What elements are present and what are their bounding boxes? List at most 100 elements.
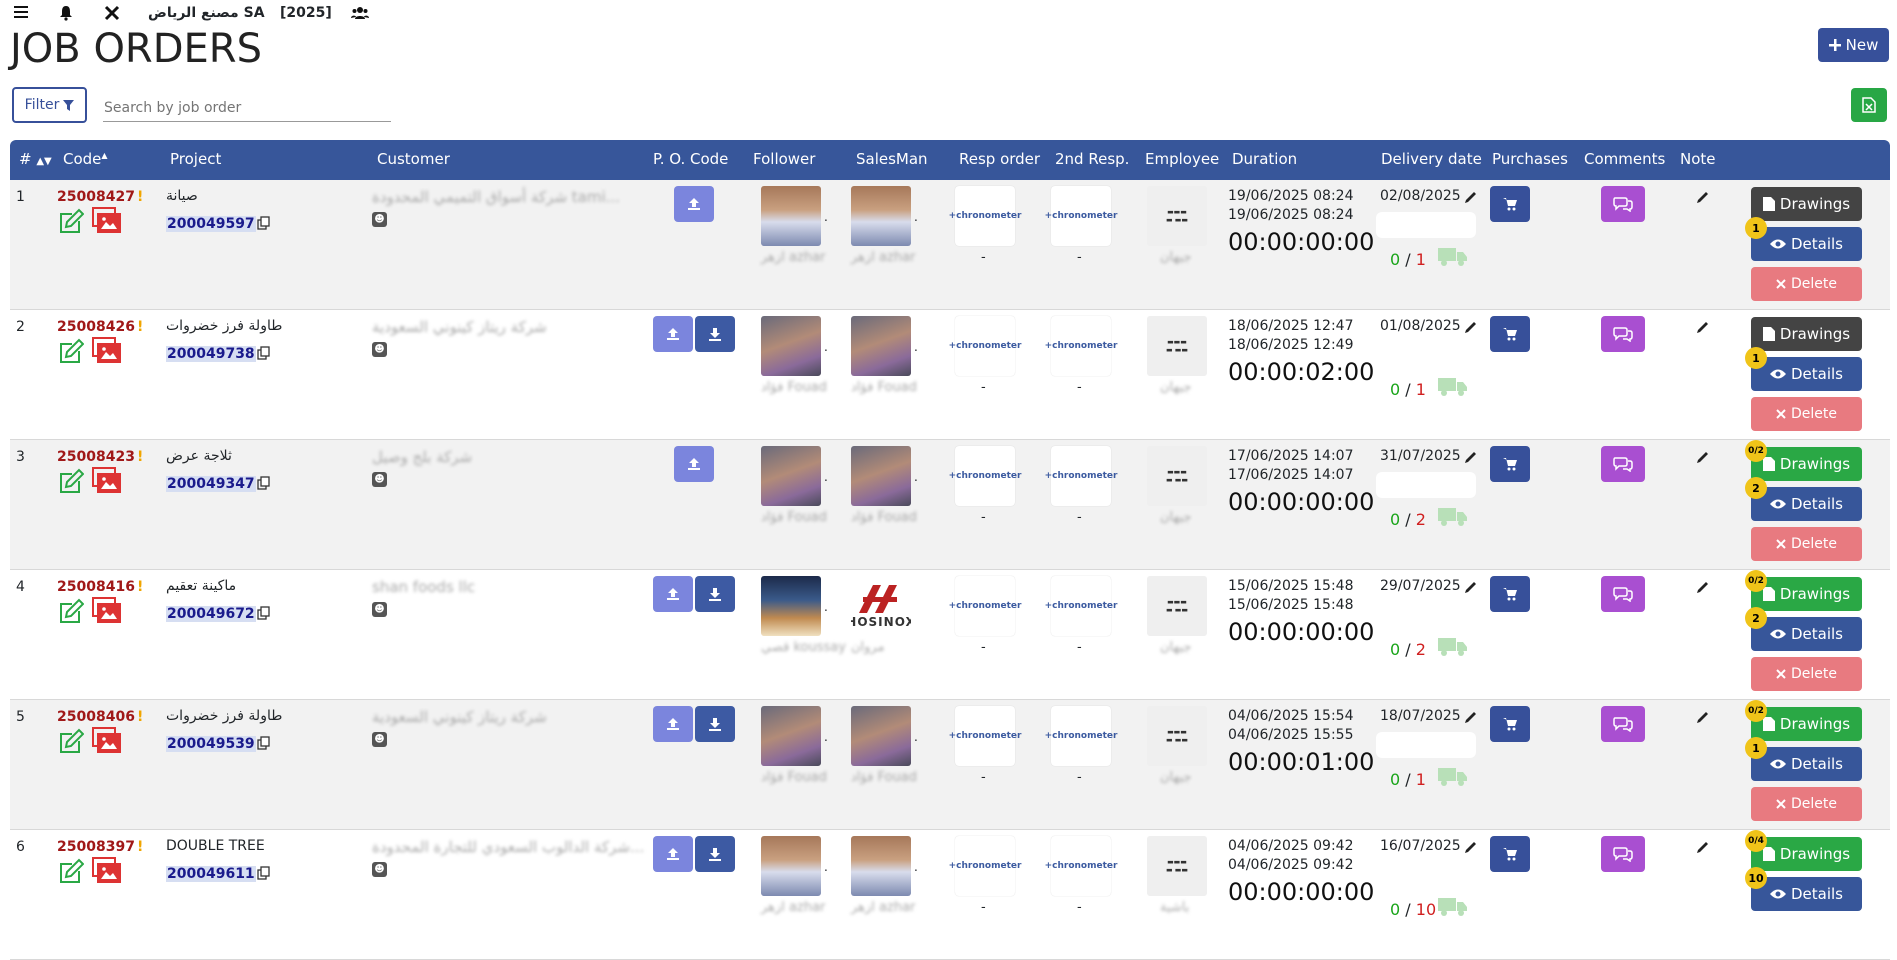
col-customer[interactable]: Customer — [377, 150, 450, 168]
customer-contact-icon[interactable]: ☻ — [372, 602, 387, 617]
col-salesman[interactable]: SalesMan — [856, 150, 928, 168]
job-code[interactable]: 25008416! — [57, 579, 143, 595]
delete-button[interactable]: Delete — [1751, 787, 1862, 821]
col-note[interactable]: Note — [1680, 150, 1716, 168]
pencil-icon[interactable] — [1464, 710, 1478, 724]
drawings-button[interactable]: Drawings — [1751, 317, 1862, 351]
edit-icon[interactable] — [56, 857, 84, 885]
upload-button[interactable] — [653, 836, 693, 872]
comments-button[interactable] — [1601, 316, 1645, 352]
comments-button[interactable] — [1601, 576, 1645, 612]
truck-icon[interactable] — [1438, 506, 1468, 528]
copy-icon[interactable] — [257, 606, 273, 622]
delete-button[interactable]: Delete — [1751, 397, 1862, 431]
col-code[interactable]: Code▲ — [63, 150, 108, 168]
images-icon[interactable] — [92, 857, 122, 885]
table-row[interactable]: 3 25008423! ثلاجة عرض 200049347 شركة بلج وصي… — [10, 440, 1890, 570]
delivery-note-field[interactable] — [1376, 472, 1476, 498]
comments-button[interactable] — [1601, 706, 1645, 742]
export-excel-button[interactable] — [1851, 88, 1887, 122]
drawings-button[interactable]: Drawings — [1751, 187, 1862, 221]
purchases-button[interactable] — [1490, 446, 1530, 482]
col-follower[interactable]: Follower — [753, 150, 815, 168]
delivery-note-field[interactable] — [1376, 212, 1476, 238]
details-button[interactable]: Details — [1751, 877, 1862, 911]
menu-icon[interactable] — [14, 5, 30, 19]
note-pencil-icon[interactable] — [1696, 450, 1712, 466]
images-icon[interactable] — [92, 467, 122, 495]
note-pencil-icon[interactable] — [1696, 840, 1712, 856]
purchases-button[interactable] — [1490, 836, 1530, 872]
table-row[interactable]: 2 25008426! طاولة فرز خضروات 200049738 شركة … — [10, 310, 1890, 440]
truck-icon[interactable] — [1438, 766, 1468, 788]
note-pencil-icon[interactable] — [1696, 320, 1712, 336]
customer-contact-icon[interactable]: ☻ — [372, 212, 387, 227]
drawings-button[interactable]: Drawings — [1751, 447, 1862, 481]
col-purchases[interactable]: Purchases — [1492, 150, 1568, 168]
col-delivery-date[interactable]: Delivery date — [1381, 150, 1482, 168]
purchases-button[interactable] — [1490, 186, 1530, 222]
delete-button[interactable]: Delete — [1751, 657, 1862, 691]
delete-button[interactable]: Delete — [1751, 267, 1862, 301]
truck-icon[interactable] — [1438, 246, 1468, 268]
purchases-button[interactable] — [1490, 576, 1530, 612]
job-code[interactable]: 25008426! — [57, 319, 143, 335]
purchases-button[interactable] — [1490, 316, 1530, 352]
customer-contact-icon[interactable]: ☻ — [372, 862, 387, 877]
comments-button[interactable] — [1601, 446, 1645, 482]
new-button[interactable]: New — [1818, 28, 1889, 62]
upload-button[interactable] — [653, 576, 693, 612]
drawings-button[interactable]: Drawings — [1751, 707, 1862, 741]
upload-button[interactable] — [653, 706, 693, 742]
details-button[interactable]: Details — [1751, 617, 1862, 651]
edit-icon[interactable] — [56, 467, 84, 495]
download-button[interactable] — [695, 836, 735, 872]
details-button[interactable]: Details — [1751, 487, 1862, 521]
delete-button[interactable]: Delete — [1751, 527, 1862, 561]
tools-icon[interactable] — [104, 5, 120, 21]
edit-icon[interactable] — [56, 337, 84, 365]
col-duration[interactable]: Duration — [1232, 150, 1297, 168]
edit-icon[interactable] — [56, 597, 84, 625]
col-resp-order[interactable]: Resp order — [959, 150, 1040, 168]
edit-icon[interactable] — [56, 727, 84, 755]
images-icon[interactable] — [92, 207, 122, 235]
copy-icon[interactable] — [257, 476, 273, 492]
table-row[interactable]: 5 25008406! طاولة فرز خضروات 200049539 شركة … — [10, 700, 1890, 830]
job-code[interactable]: 25008397! — [57, 839, 143, 855]
search-input[interactable] — [103, 94, 391, 122]
note-pencil-icon[interactable] — [1696, 190, 1712, 206]
details-button[interactable]: Details — [1751, 227, 1862, 261]
col-num[interactable]: # ▲▼ — [19, 150, 52, 168]
customer-contact-icon[interactable]: ☻ — [372, 342, 387, 357]
download-button[interactable] — [695, 576, 735, 612]
upload-button[interactable] — [653, 316, 693, 352]
download-button[interactable] — [695, 316, 735, 352]
job-code[interactable]: 25008427! — [57, 189, 143, 205]
truck-icon[interactable] — [1438, 376, 1468, 398]
copy-icon[interactable] — [257, 866, 273, 882]
purchases-button[interactable] — [1490, 706, 1530, 742]
col-2nd-resp[interactable]: 2nd Resp. — [1055, 150, 1129, 168]
comments-button[interactable] — [1601, 836, 1645, 872]
table-row[interactable]: 1 25008427! صيانة 200049597 شركة أسواق التمي… — [10, 180, 1890, 310]
bell-icon[interactable] — [58, 5, 74, 21]
job-code[interactable]: 25008423! — [57, 449, 143, 465]
delivery-note-field[interactable] — [1376, 342, 1476, 368]
truck-icon[interactable] — [1438, 896, 1468, 918]
edit-icon[interactable] — [56, 207, 84, 235]
delivery-note-field[interactable] — [1376, 862, 1476, 888]
col-comments[interactable]: Comments — [1584, 150, 1665, 168]
delivery-note-field[interactable] — [1376, 602, 1476, 628]
table-row[interactable]: 4 25008416! ماكينة تعقيم 200049672 shan food… — [10, 570, 1890, 700]
upload-button[interactable] — [674, 186, 714, 222]
copy-icon[interactable] — [257, 346, 273, 362]
images-icon[interactable] — [92, 597, 122, 625]
pencil-icon[interactable] — [1464, 580, 1478, 594]
company-name[interactable]: مصنع الرياض SA — [148, 5, 265, 21]
comments-button[interactable] — [1601, 186, 1645, 222]
customer-contact-icon[interactable]: ☻ — [372, 732, 387, 747]
year-label[interactable]: [2025] — [280, 5, 332, 21]
col-employee[interactable]: Employee — [1145, 150, 1219, 168]
drawings-button[interactable]: Drawings — [1751, 837, 1862, 871]
